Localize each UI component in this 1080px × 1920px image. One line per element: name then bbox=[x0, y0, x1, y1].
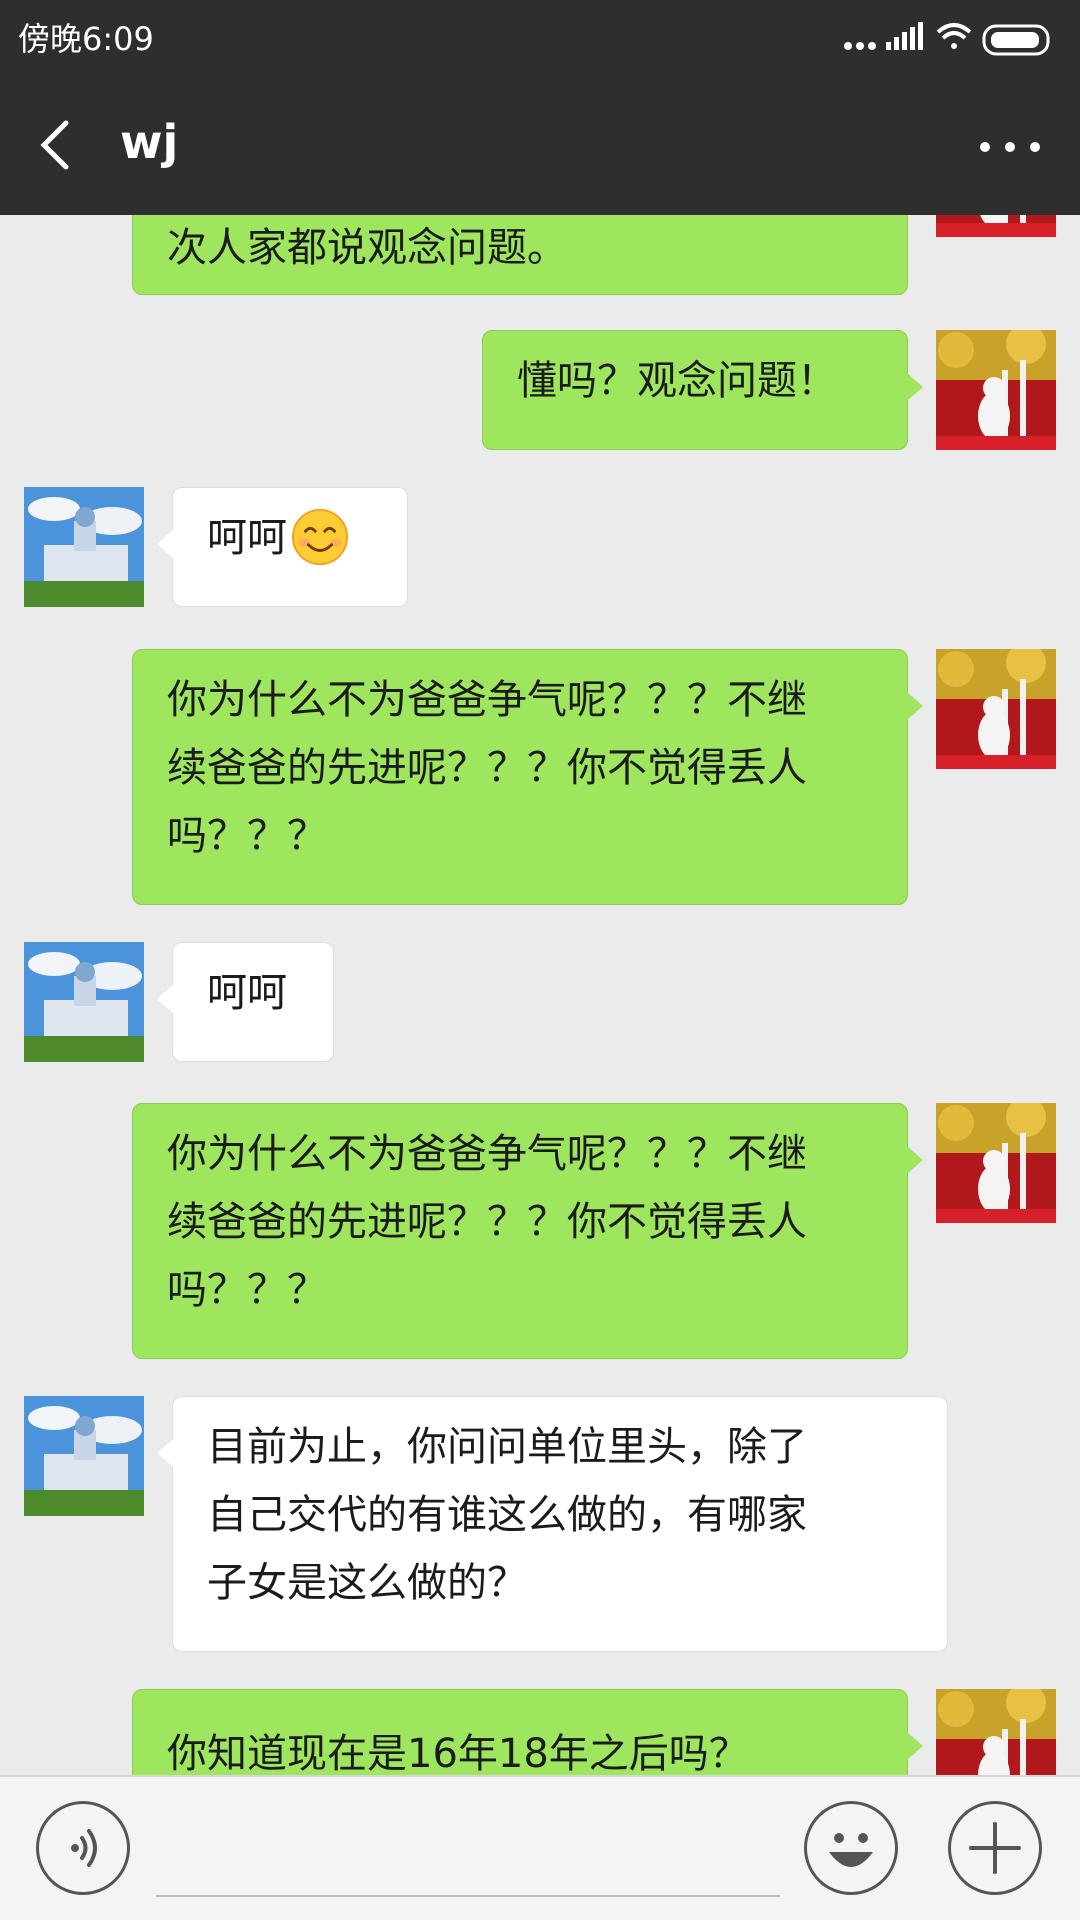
more-dot bbox=[1030, 142, 1040, 152]
input-bar bbox=[0, 1775, 1080, 1920]
avatar-me[interactable] bbox=[936, 215, 1056, 237]
chat-title: wj bbox=[120, 115, 179, 169]
message-bubble-contact[interactable]: 呵呵 bbox=[157, 942, 334, 1062]
more-button[interactable] bbox=[980, 115, 1050, 175]
message-text: 你知道现在是16年18年之后吗？ bbox=[167, 1731, 749, 1775]
message-list[interactable]: 次人家都说观念问题。 懂吗？观念问题！ 呵呵 你为什么不为爸爸争气呢？？？不继 … bbox=[0, 215, 1080, 1775]
avatar-image bbox=[936, 649, 1056, 769]
chevron-left-icon bbox=[40, 120, 69, 170]
avatar-image bbox=[24, 487, 144, 607]
emoji-button[interactable] bbox=[804, 1801, 898, 1895]
avatar-contact[interactable] bbox=[24, 487, 144, 607]
message-text: 懂吗？观念问题！ bbox=[517, 358, 837, 404]
message-text: 次人家都说观念问题。 bbox=[167, 225, 567, 271]
message-text-line: 自己交代的有谁这么做的，有哪家 bbox=[207, 1492, 807, 1538]
avatar-image bbox=[936, 215, 1056, 237]
message-text-line: 吗？？？ bbox=[167, 813, 327, 859]
more-dots-icon bbox=[980, 142, 990, 152]
message-text-line: 子女是这么做的？ bbox=[207, 1560, 527, 1606]
avatar-me[interactable] bbox=[936, 330, 1056, 450]
message-bubble-me[interactable]: 你为什么不为爸爸争气呢？？？不继 续爸爸的先进呢？？？你不觉得丢人 吗？？？ bbox=[132, 1103, 923, 1359]
avatar-image bbox=[936, 330, 1056, 450]
message-text: 呵呵 bbox=[207, 515, 287, 561]
message-text: 呵呵 bbox=[207, 970, 287, 1016]
avatar-contact[interactable] bbox=[24, 942, 144, 1062]
avatar-me[interactable] bbox=[936, 1689, 1056, 1775]
message-text-line: 续爸爸的先进呢？？？你不觉得丢人 bbox=[167, 1199, 807, 1245]
wifi-icon bbox=[936, 23, 972, 49]
smiley-icon bbox=[829, 1833, 873, 1867]
message-text-line: 目前为止，你问问单位里头，除了 bbox=[207, 1424, 807, 1470]
avatar-me[interactable] bbox=[936, 1103, 1056, 1223]
avatar-image bbox=[936, 1103, 1056, 1223]
message-text-line: 你为什么不为爸爸争气呢？？？不继 bbox=[167, 1131, 807, 1177]
voice-icon bbox=[71, 1829, 97, 1867]
avatar-contact[interactable] bbox=[24, 1396, 144, 1516]
more-dot bbox=[1005, 142, 1015, 152]
message-text-line: 吗？？？ bbox=[167, 1267, 327, 1313]
avatar-image bbox=[936, 1689, 1056, 1775]
message-bubble-me[interactable]: 懂吗？观念问题！ bbox=[482, 330, 923, 450]
message-bubble-contact[interactable]: 目前为止，你问问单位里头，除了 自己交代的有谁这么做的，有哪家 子女是这么做的？ bbox=[157, 1396, 948, 1652]
message-bubble-me[interactable]: 次人家都说观念问题。 bbox=[132, 215, 923, 295]
message-bubble-me[interactable]: 你为什么不为爸爸争气呢？？？不继 续爸爸的先进呢？？？你不觉得丢人 吗？？？ bbox=[132, 649, 923, 905]
smiling-face-icon bbox=[291, 508, 349, 566]
message-text-line: 续爸爸的先进呢？？？你不觉得丢人 bbox=[167, 745, 807, 791]
signal-dots-icon bbox=[844, 42, 876, 50]
plus-icon bbox=[969, 1822, 1021, 1874]
message-bubble-me[interactable]: 你知道现在是16年18年之后吗？ bbox=[132, 1689, 923, 1775]
message-input[interactable] bbox=[156, 1895, 780, 1897]
avatar-me[interactable] bbox=[936, 649, 1056, 769]
avatar-image bbox=[24, 942, 144, 1062]
chat-header: wj bbox=[0, 75, 1080, 215]
status-icons bbox=[844, 22, 1050, 56]
message-bubble-contact[interactable]: 呵呵 bbox=[157, 487, 408, 607]
battery-icon bbox=[982, 24, 1050, 56]
signal-strength-icon bbox=[886, 22, 923, 50]
message-text-line: 你为什么不为爸爸争气呢？？？不继 bbox=[167, 677, 807, 723]
back-button[interactable] bbox=[30, 115, 90, 175]
status-bar: 傍晚6:09 bbox=[0, 0, 1080, 75]
avatar-image bbox=[24, 1396, 144, 1516]
status-time: 傍晚6:09 bbox=[18, 20, 154, 58]
plus-button[interactable] bbox=[948, 1801, 1042, 1895]
voice-button[interactable] bbox=[36, 1801, 130, 1895]
